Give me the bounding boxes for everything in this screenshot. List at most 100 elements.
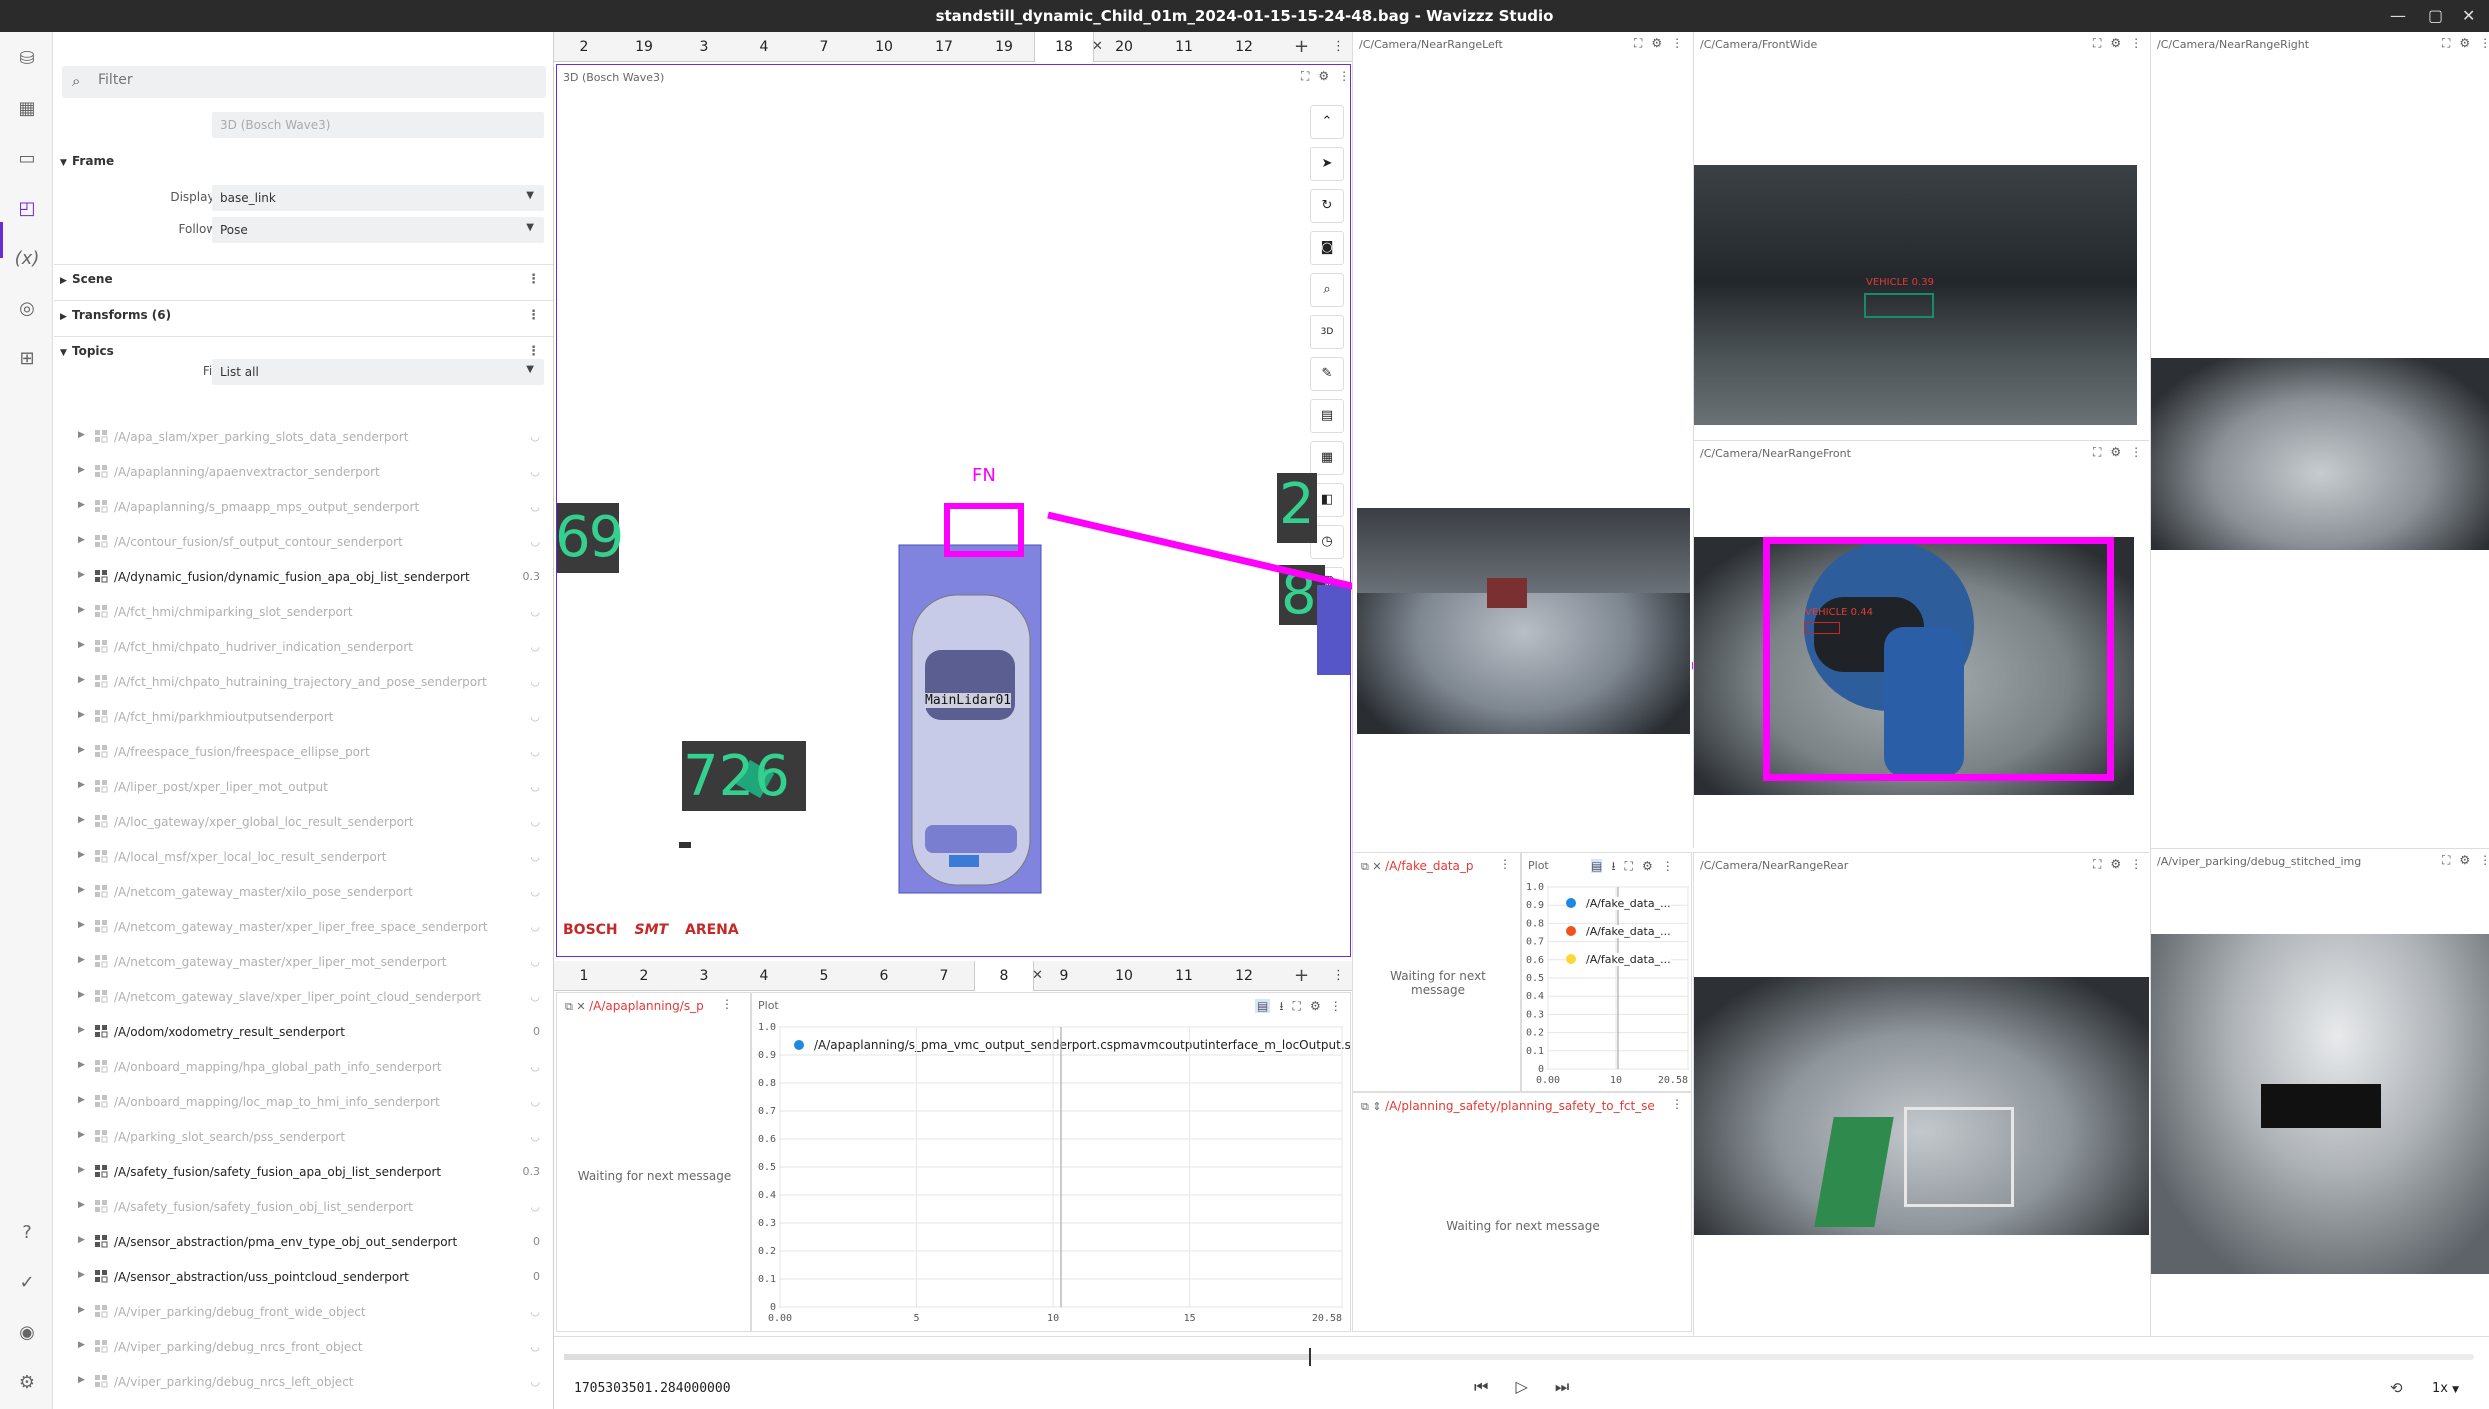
visibility-icon[interactable]: ◡ <box>530 745 540 758</box>
minimize-icon[interactable]: — <box>2390 6 2406 25</box>
caret-right-icon[interactable]: ▶ <box>78 1235 85 1245</box>
panel-plot-main[interactable]: Plot ▤ ⭳ ⛶ ⚙ ⋮ /A/apaplanning/s_pma_vmc_outp… <box>751 992 1351 1332</box>
visibility-icon[interactable]: ◡ <box>530 990 540 1003</box>
visibility-icon[interactable]: ◡ <box>530 850 540 863</box>
topic-row[interactable]: ▶ /A/odom/xodometry_result_senderport 0 <box>54 1015 553 1050</box>
visibility-icon[interactable]: ◡ <box>530 920 540 933</box>
tab[interactable]: 1 <box>554 961 614 991</box>
data-source-icon[interactable]: ⛁ <box>14 46 40 72</box>
visibility-icon[interactable]: ◡ <box>530 1375 540 1388</box>
tab[interactable]: 7 <box>914 961 974 991</box>
visibility-icon[interactable]: ◡ <box>530 675 540 688</box>
visibility-icon[interactable]: ◡ <box>530 1130 540 1143</box>
topic-row[interactable]: ▶ /A/viper_parking/debug_nrcs_front_objec… <box>54 1330 553 1365</box>
account-icon[interactable]: ◉ <box>14 1320 40 1346</box>
topic-row[interactable]: ▶ /A/local_msf/xper_local_loc_result_send… <box>54 840 553 875</box>
tab[interactable]: 5 <box>794 961 854 991</box>
more-icon[interactable]: ⋮ <box>1332 32 1345 62</box>
visibility-icon[interactable]: ◡ <box>530 780 540 793</box>
copy-icon[interactable]: ⧉ <box>1361 860 1369 873</box>
tab[interactable]: 7 <box>794 32 854 62</box>
panel-stitched-img[interactable]: /A/viper_parking/debug_stitched_img ⛶ ⚙ ⋮ <box>2150 848 2489 1336</box>
tab[interactable]: 6 <box>854 961 914 991</box>
expand-icon[interactable]: ✕ <box>1372 860 1381 873</box>
topic-row[interactable]: ▶ /A/netcom_gateway_slave/xper_liper_poin… <box>54 980 553 1015</box>
tab[interactable]: 19 <box>974 32 1034 62</box>
filter-list-select[interactable]: List all ▼ <box>212 359 544 385</box>
visibility-icon[interactable]: ◡ <box>530 1200 540 1213</box>
transforms-section[interactable]: ▶ Transforms (6) ⋮ <box>54 298 553 334</box>
visibility-icon[interactable]: ◡ <box>530 710 540 723</box>
tab[interactable]: 9 <box>1034 961 1094 991</box>
caret-right-icon[interactable]: ▶ <box>78 465 85 475</box>
more-icon[interactable]: ⋮ <box>1499 857 1511 871</box>
caret-right-icon[interactable]: ▶ <box>78 1305 85 1315</box>
caret-right-icon[interactable]: ▶ <box>78 535 85 545</box>
topic-row[interactable]: ▶ /A/fct_hmi/parkhmioutputsenderport ◡ <box>54 700 553 735</box>
layout-icon[interactable]: ▦ <box>14 96 40 122</box>
visibility-icon[interactable]: ◡ <box>530 1095 540 1108</box>
caret-right-icon[interactable]: ▶ <box>78 1165 85 1175</box>
frame-section[interactable]: ▼ Frame <box>60 154 114 168</box>
gear-icon[interactable]: ⚙ <box>1651 36 1662 50</box>
panel-planning-safety[interactable]: ⧉ ⇕ /A/planning_safety/planning_safety_t… <box>1352 1092 1692 1332</box>
tab[interactable]: 10 <box>1094 961 1154 991</box>
camera-near-range-rear[interactable]: /C/Camera/NearRangeRear ⛶ ⚙ ⋮ <box>1693 852 2149 1336</box>
skip-forward-icon[interactable]: ⏭ <box>1555 1377 1569 1396</box>
legend-entry[interactable]: /A/fake_data_... <box>1566 925 1671 938</box>
more-icon[interactable]: ⋮ <box>1332 961 1345 991</box>
caret-right-icon[interactable]: ▶ <box>78 1375 85 1385</box>
timeline-playhead[interactable] <box>1308 1348 1311 1366</box>
topic-row[interactable]: ▶ /A/safety_fusion/safety_fusion_apa_obj_… <box>54 1155 553 1190</box>
tab[interactable]: 11 <box>1154 961 1214 991</box>
more-icon[interactable]: ⋮ <box>1671 36 1683 50</box>
tab[interactable]: 4 <box>734 961 794 991</box>
topic-row[interactable]: ▶ /A/sensor_abstraction/pma_env_type_obj_… <box>54 1225 553 1260</box>
topic-row[interactable]: ▶ /A/safety_fusion/safety_fusion_obj_list… <box>54 1190 553 1225</box>
gear-icon[interactable]: ⚙ <box>2110 36 2121 50</box>
topic-name[interactable]: /A/apaplanning/s_p <box>589 999 704 1013</box>
topic-row[interactable]: ▶ /A/apaplanning/apaenvextractor_senderpo… <box>54 455 553 490</box>
more-icon[interactable]: ⋮ <box>1671 1097 1683 1111</box>
fullscreen-icon[interactable]: ⛶ <box>2093 857 2101 871</box>
legend-entry[interactable]: /A/fake_data_... <box>1566 953 1671 966</box>
topic-row[interactable]: ▶ /A/netcom_gateway_master/xper_liper_fre… <box>54 910 553 945</box>
topic-row[interactable]: ▶ /A/sensor_abstraction/uss_pointcloud_se… <box>54 1260 553 1295</box>
gear-icon[interactable]: ⚙ <box>2110 445 2121 459</box>
more-icon[interactable]: ⋮ <box>2479 36 2489 50</box>
caret-right-icon[interactable]: ▶ <box>78 1095 85 1105</box>
topic-row[interactable]: ▶ /A/fct_hmi/chmiparking_slot_senderport ◡ <box>54 595 553 630</box>
diagnostics-icon[interactable]: ◎ <box>14 296 40 322</box>
more-icon[interactable]: ⋮ <box>2479 853 2489 867</box>
filter-box[interactable]: ⌕ <box>62 66 546 98</box>
legend-entry[interactable]: /A/fake_data_... <box>1566 897 1671 910</box>
visibility-icon[interactable]: ◡ <box>530 500 540 513</box>
check-icon[interactable]: ✓ <box>14 1270 40 1296</box>
topic-name[interactable]: /A/fake_data_p <box>1385 859 1473 873</box>
extensions-icon[interactable]: ⊞ <box>14 346 40 372</box>
more-icon[interactable]: ⋮ <box>527 272 540 287</box>
visibility-icon[interactable]: ◡ <box>530 535 540 548</box>
topic-row[interactable]: ▶ /A/viper_parking/debug_front_wide_objec… <box>54 1295 553 1330</box>
topic-row[interactable]: ▶ /A/netcom_gateway_master/xilo_pose_send… <box>54 875 553 910</box>
caret-right-icon[interactable]: ▶ <box>78 640 85 650</box>
caret-right-icon[interactable]: ▶ <box>78 990 85 1000</box>
topic-row[interactable]: ▶ /A/liper_post/xper_liper_mot_output ◡ <box>54 770 553 805</box>
filter-input[interactable] <box>98 72 498 88</box>
tab[interactable]: 12 <box>1214 961 1274 991</box>
caret-right-icon[interactable]: ▶ <box>78 1060 85 1070</box>
caret-right-icon[interactable]: ▶ <box>78 430 85 440</box>
add-tab-icon[interactable]: + <box>1294 961 1309 991</box>
caret-right-icon[interactable]: ▶ <box>78 675 85 685</box>
topic-row[interactable]: ▶ /A/viper_parking/debug_nrcs_left_object… <box>54 1365 553 1400</box>
variables-icon[interactable]: (x) <box>14 246 40 272</box>
panel-fake-data[interactable]: ⧉ ✕ /A/fake_data_p ⋮ Waiting for next me… <box>1352 852 1521 1092</box>
caret-right-icon[interactable]: ▶ <box>78 570 85 580</box>
close-icon[interactable]: ✕ <box>2462 6 2475 25</box>
camera-near-range-right[interactable]: /C/Camera/NearRangeRight ⛶ ⚙ ⋮ <box>2150 32 2489 852</box>
tab[interactable]: 20 <box>1094 32 1154 62</box>
visibility-icon[interactable]: ◡ <box>530 1305 540 1318</box>
tab[interactable]: 17 <box>914 32 974 62</box>
caret-right-icon[interactable]: ▶ <box>78 920 85 930</box>
expand-icon[interactable]: ✕ <box>576 1000 585 1013</box>
